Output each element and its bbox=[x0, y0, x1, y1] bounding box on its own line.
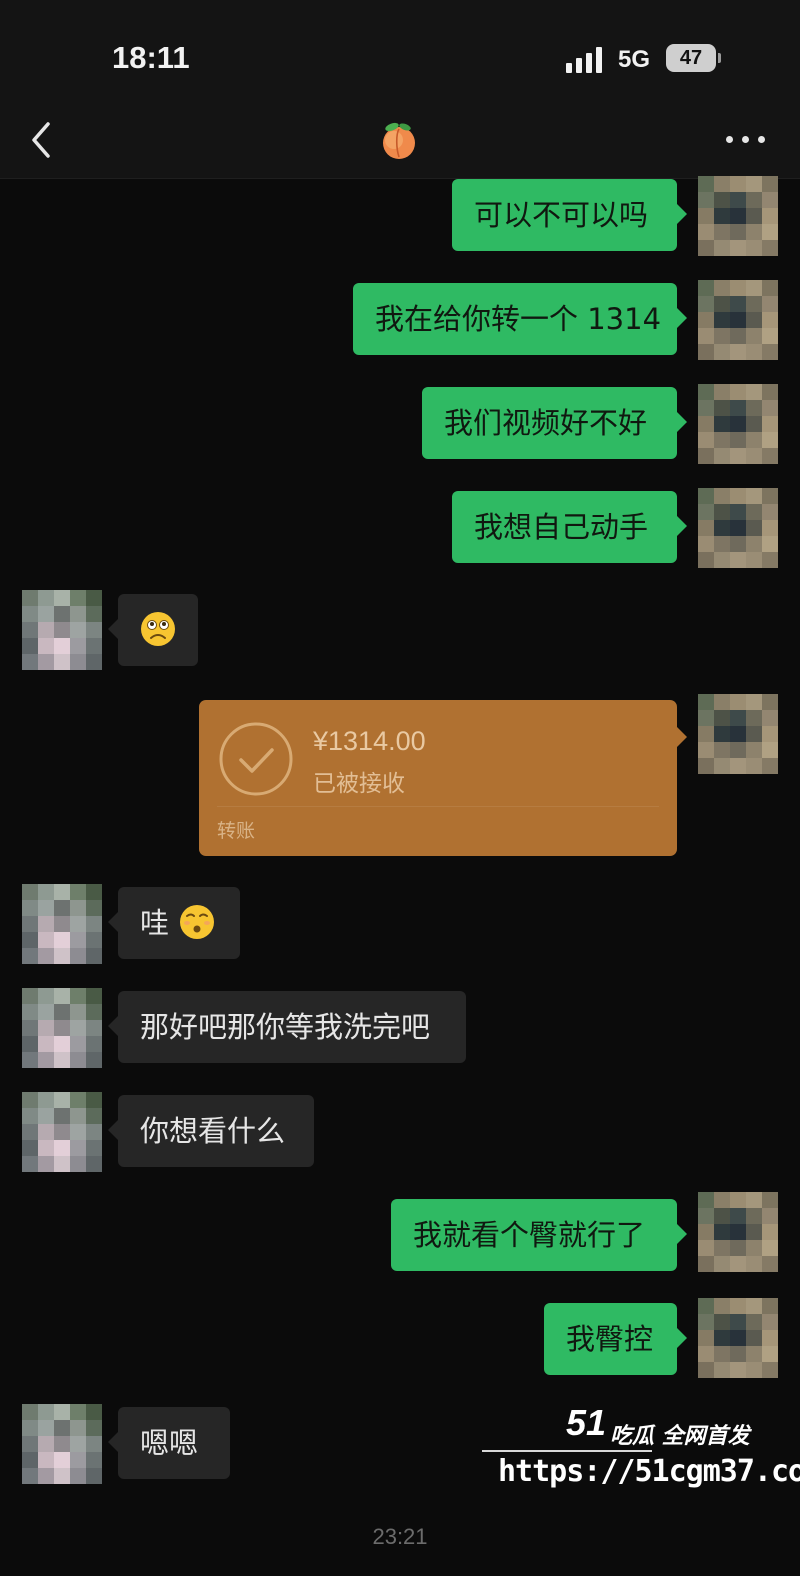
incoming-message[interactable]: 哇 bbox=[108, 887, 240, 959]
outgoing-message[interactable]: 我们视频好不好 bbox=[422, 387, 687, 459]
message-text: 你想看什么 bbox=[140, 1114, 286, 1148]
signal-icon bbox=[566, 47, 606, 73]
incoming-message[interactable]: 你想看什么 bbox=[108, 1095, 314, 1167]
transfer-status: 已被接收 bbox=[313, 771, 405, 797]
outgoing-message[interactable]: 我臀控 bbox=[544, 1303, 687, 1375]
battery-tip bbox=[718, 53, 721, 63]
my-avatar[interactable] bbox=[698, 384, 778, 464]
divider bbox=[217, 806, 659, 807]
outgoing-message[interactable]: 我想自己动手 bbox=[452, 491, 687, 563]
incoming-message[interactable] bbox=[108, 594, 198, 666]
watermark-tagline: 吃瓜 全网首发 bbox=[610, 1424, 750, 1449]
incoming-message[interactable]: 那好吧那你等我洗完吧 bbox=[108, 991, 466, 1063]
chevron-left-icon[interactable] bbox=[28, 118, 58, 162]
watermark-url: https://51cgm37.com bbox=[498, 1454, 800, 1489]
status-bar: 18:11 5G 47 bbox=[0, 0, 800, 110]
my-avatar[interactable] bbox=[698, 488, 778, 568]
contact-avatar[interactable] bbox=[22, 884, 102, 964]
message-text: 我臀控 bbox=[566, 1322, 654, 1356]
message-text: 我就看个臀就行了 bbox=[413, 1218, 646, 1252]
outgoing-message[interactable]: 可以不可以吗 bbox=[452, 179, 687, 251]
my-avatar[interactable] bbox=[698, 280, 778, 360]
message-text: 可以不可以吗 bbox=[474, 198, 649, 232]
contact-avatar[interactable] bbox=[22, 1404, 102, 1484]
message-text: 我在给你转一个 1314 bbox=[375, 302, 662, 336]
contact-avatar[interactable] bbox=[22, 1092, 102, 1172]
status-time: 18:11 bbox=[112, 40, 190, 75]
my-avatar[interactable] bbox=[698, 694, 778, 774]
watermark: 51 吃瓜 全网首发 https://51cgm37.com bbox=[482, 1400, 800, 1510]
watermark-line bbox=[482, 1450, 652, 1452]
chat-header bbox=[0, 110, 800, 179]
message-text: 那好吧那你等我洗完吧 bbox=[140, 1010, 431, 1044]
outgoing-message[interactable]: 我在给你转一个 1314 bbox=[353, 283, 687, 355]
my-avatar[interactable] bbox=[698, 1298, 778, 1378]
message-text: 哇 bbox=[140, 906, 170, 940]
incoming-message[interactable]: 嗯嗯 bbox=[108, 1407, 230, 1479]
transfer-amount: ¥1314.00 bbox=[313, 726, 426, 756]
peach-emoji-icon[interactable] bbox=[378, 120, 420, 162]
more-dots-icon[interactable] bbox=[726, 134, 766, 144]
message-text: 嗯嗯 bbox=[140, 1426, 199, 1460]
contact-avatar[interactable] bbox=[22, 988, 102, 1068]
transfer-label: 转账 bbox=[217, 820, 256, 842]
message-text: 我们视频好不好 bbox=[444, 406, 648, 440]
contact-avatar[interactable] bbox=[22, 590, 102, 670]
message-timestamp: 23:21 bbox=[372, 1524, 428, 1549]
outgoing-message[interactable]: 我就看个臀就行了 bbox=[391, 1199, 687, 1271]
battery-icon: 47 bbox=[666, 44, 716, 72]
watermark-brand: 51 bbox=[566, 1402, 607, 1443]
hushed-face-emoji-icon bbox=[180, 905, 215, 939]
my-avatar[interactable] bbox=[698, 1192, 778, 1272]
check-circle-icon bbox=[219, 722, 293, 796]
message-text: 我想自己动手 bbox=[474, 510, 649, 544]
network-type: 5G bbox=[618, 46, 651, 73]
my-avatar[interactable] bbox=[698, 176, 778, 256]
confused-face-emoji-icon bbox=[141, 612, 175, 646]
transfer-card[interactable]: ¥1314.00 已被接收 转账 bbox=[199, 700, 687, 856]
